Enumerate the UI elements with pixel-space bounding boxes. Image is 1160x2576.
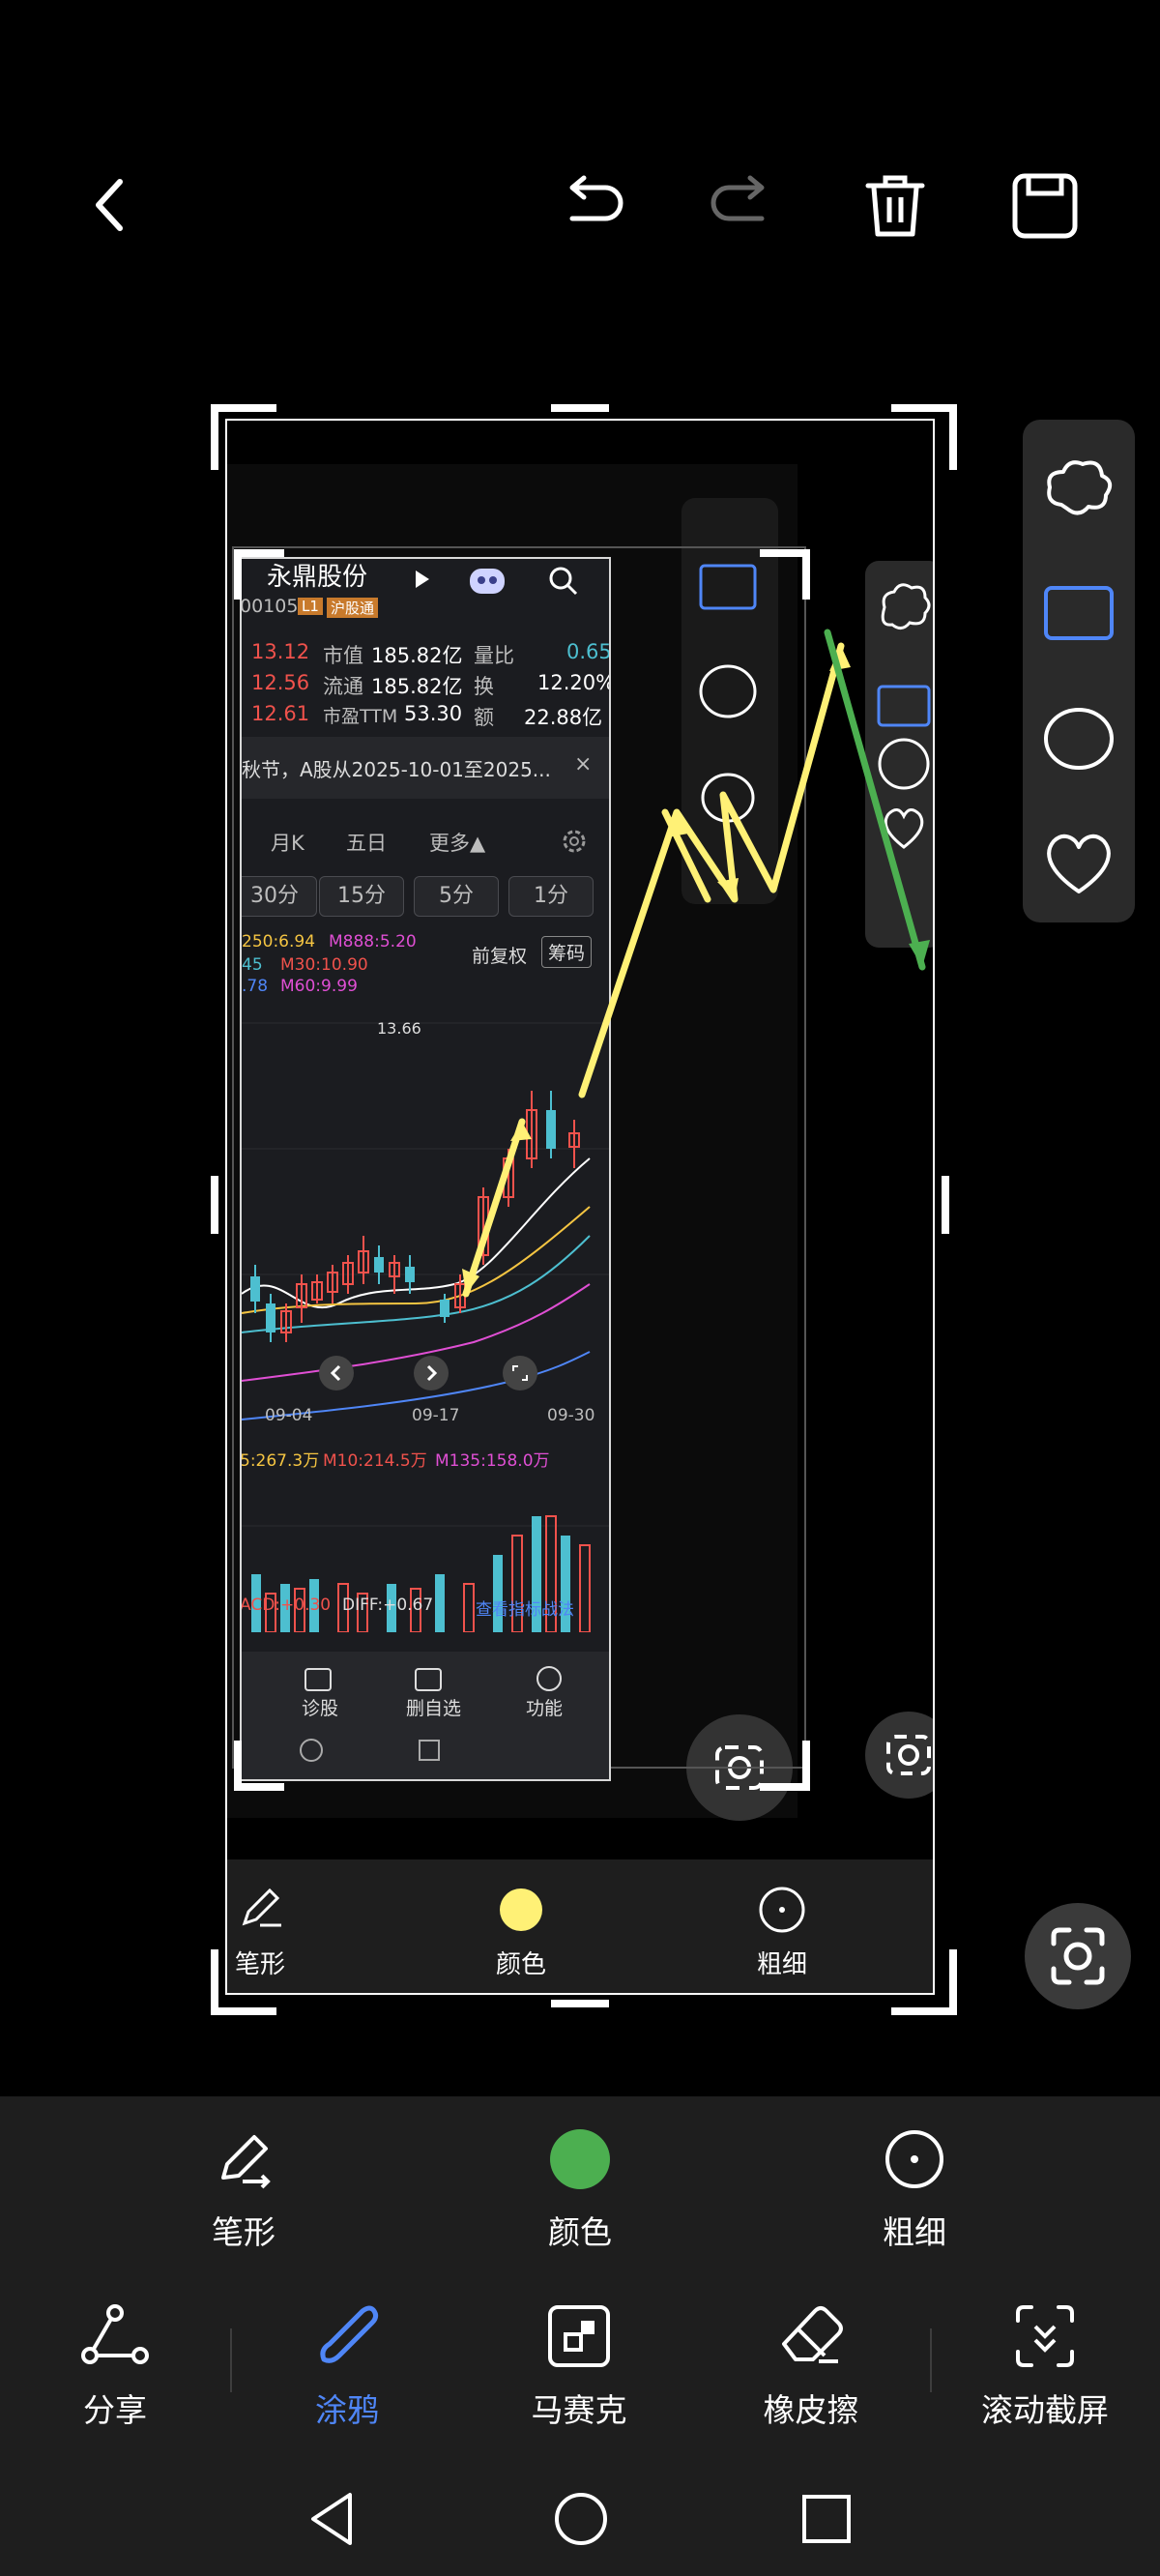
cloud-shape-icon[interactable] [1040, 449, 1117, 530]
rectangle-shape-icon[interactable] [1040, 574, 1117, 656]
crop-handle-top[interactable] [551, 404, 609, 412]
back-nav-icon[interactable] [300, 2485, 367, 2553]
share-icon [81, 2304, 149, 2364]
circle-shape-icon[interactable] [1040, 700, 1117, 781]
doodle-tool[interactable]: 涂鸦 [255, 2299, 439, 2431]
mosaic-label: 马赛克 [531, 2391, 627, 2429]
recents-nav-icon[interactable] [793, 2485, 860, 2553]
shape-panel [1023, 420, 1135, 922]
color-dot-icon [550, 2129, 610, 2189]
eraser-icon [782, 2306, 843, 2363]
heart-shape-icon[interactable] [1040, 824, 1117, 905]
crop-handle-left[interactable] [211, 1176, 218, 1234]
scroll-screenshot-tool[interactable]: 滚动截屏 [953, 2299, 1137, 2431]
thickness-option[interactable]: 粗细 [818, 2125, 1011, 2253]
crop-corner-top-left[interactable] [211, 404, 276, 470]
crop-corner-bottom-left[interactable] [211, 1949, 276, 2015]
thickness-icon [885, 2130, 943, 2188]
doodle-label: 涂鸦 [315, 2391, 379, 2429]
crop-handle-right[interactable] [942, 1176, 949, 1234]
crop-handle-bottom[interactable] [551, 2000, 609, 2007]
share-label: 分享 [83, 2391, 147, 2429]
tool-divider [230, 2328, 232, 2392]
crop-corner-top-right[interactable] [891, 404, 957, 470]
scroll-screenshot-icon [1016, 2305, 1074, 2367]
pen-style-icon [221, 2135, 271, 2189]
crop-corner-bottom-right[interactable] [891, 1949, 957, 2015]
pen-style-label: 笔形 [212, 2213, 276, 2251]
eraser-tool[interactable]: 橡皮擦 [719, 2299, 903, 2431]
pen-style-option[interactable]: 笔形 [147, 2125, 340, 2253]
mosaic-icon [548, 2305, 610, 2367]
scroll-capture-float-button[interactable] [1025, 1903, 1131, 2009]
share-tool[interactable]: 分享 [23, 2299, 207, 2431]
mosaic-tool[interactable]: 马赛克 [487, 2299, 671, 2431]
color-option[interactable]: 颜色 [483, 2125, 677, 2253]
scroll-screenshot-label: 滚动截屏 [981, 2391, 1109, 2429]
doodle-icon [320, 2305, 379, 2363]
color-label: 颜色 [548, 2213, 612, 2251]
home-nav-icon[interactable] [547, 2485, 615, 2553]
thickness-label: 粗细 [883, 2213, 946, 2251]
eraser-label: 橡皮擦 [763, 2391, 859, 2429]
tool-divider [930, 2328, 932, 2392]
